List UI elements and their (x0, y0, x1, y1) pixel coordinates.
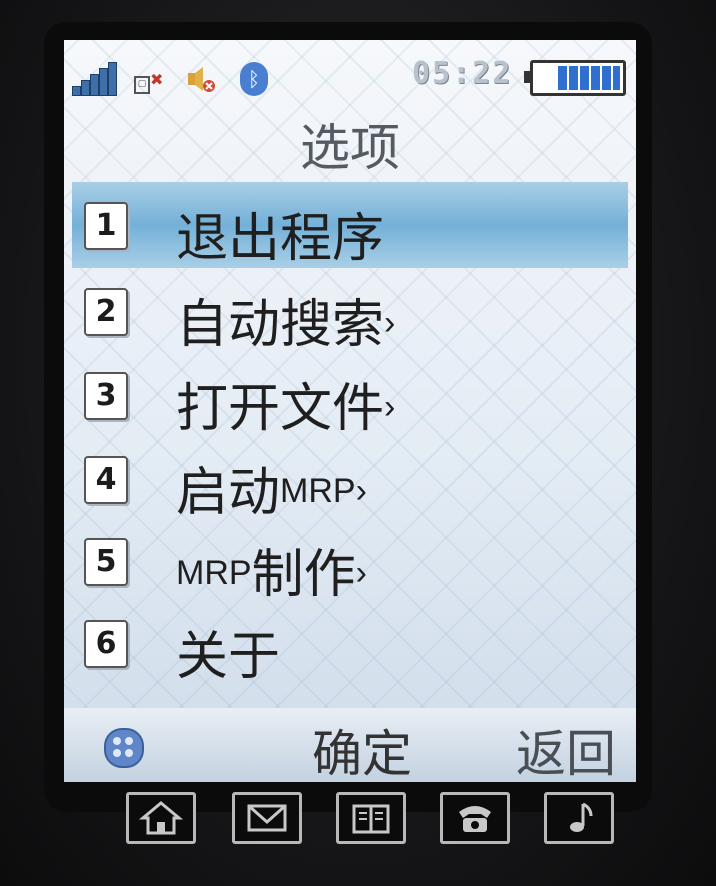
battery-icon (524, 60, 626, 96)
menu-item-label: 启动MRP› (176, 463, 367, 523)
page-title: 选项 (300, 119, 400, 177)
sim-card-icon: ▢ (134, 76, 150, 94)
menu-item-launch-mrp[interactable]: 4 启动MRP› (72, 436, 628, 523)
menu-item-open-file[interactable]: 3 打开文件› (72, 352, 628, 439)
bluetooth-icon: ᛒ (240, 62, 268, 96)
mail-icon[interactable] (232, 792, 302, 844)
menu-number-badge: 6 (84, 620, 128, 668)
menu-number-badge: 4 (84, 456, 128, 504)
submenu-arrow-icon: › (384, 388, 396, 426)
submenu-arrow-icon: › (384, 304, 396, 342)
battery-level-fill (558, 66, 620, 90)
confirm-softkey[interactable]: 确定 (312, 714, 412, 782)
menu-number-badge: 1 (84, 202, 128, 250)
menu-item-label: MRP制作› (176, 545, 367, 605)
hardware-keys (0, 786, 716, 846)
home-icon[interactable] (126, 792, 196, 844)
clock-time: 05:22 (412, 56, 513, 91)
signal-bars-icon (72, 62, 132, 96)
book-icon[interactable] (336, 792, 406, 844)
menu-item-label: 打开文件› (176, 379, 396, 439)
back-softkey[interactable]: 返回 (516, 714, 616, 782)
softkey-bar: 确定 返回 (64, 708, 636, 782)
menu-item-label: 自动搜索› (176, 295, 396, 355)
no-sim-icon: ✖ (150, 70, 164, 89)
main-menu-icon[interactable] (104, 728, 144, 768)
menu-number-badge: 3 (84, 372, 128, 420)
music-icon[interactable] (544, 792, 614, 844)
menu-number-badge: 2 (84, 288, 128, 336)
menu-item-mrp-create[interactable]: 5 MRP制作› (72, 518, 628, 605)
menu-item-auto-search[interactable]: 2 自动搜索› (72, 268, 628, 355)
menu-item-exit[interactable]: 1 退出程序 (72, 182, 628, 269)
phone-device: ▢ ✖ ᛒ 05:22 选项 1 退出程序 2 自动搜索› 3 打开文件› 4 … (0, 0, 716, 886)
speaker-muted-icon (186, 64, 216, 94)
status-bar: ▢ ✖ ᛒ 05:22 (64, 40, 636, 100)
phone-screen: ▢ ✖ ᛒ 05:22 选项 1 退出程序 2 自动搜索› 3 打开文件› 4 … (64, 40, 636, 782)
menu-item-about[interactable]: 6 关于 (72, 600, 628, 687)
submenu-arrow-icon: › (355, 472, 367, 510)
submenu-arrow-icon: › (355, 554, 367, 592)
menu-number-badge: 5 (84, 538, 128, 586)
menu-item-label: 退出程序 (176, 209, 385, 269)
menu-item-label: 关于 (176, 627, 281, 687)
phone-icon[interactable] (440, 792, 510, 844)
